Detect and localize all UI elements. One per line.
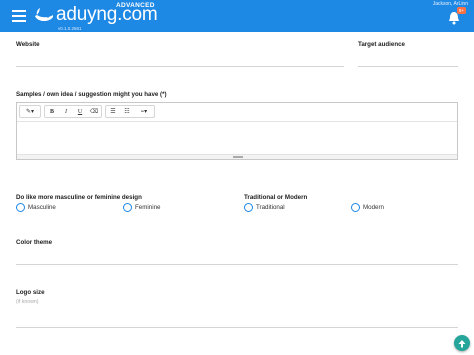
clear-format-button[interactable]: ⌫ bbox=[87, 106, 101, 117]
radio-label-masculine: Masculine bbox=[28, 204, 56, 211]
italic-button[interactable]: I bbox=[59, 106, 73, 117]
radio-circle bbox=[351, 203, 360, 212]
edition-label: ADVANCED bbox=[116, 2, 155, 9]
logo-size-label: Logo size bbox=[16, 289, 45, 296]
design-label: Do like more masculine or feminine desig… bbox=[16, 194, 142, 201]
logo-size-input[interactable] bbox=[16, 318, 458, 328]
radio-label-traditional: Traditional bbox=[256, 204, 285, 211]
ordered-list-icon: ☷ bbox=[124, 109, 130, 115]
logo-size-hint: (if known) bbox=[16, 299, 39, 305]
style-dropdown-button[interactable]: ✎▾ bbox=[20, 106, 40, 117]
radio-circle bbox=[123, 203, 132, 212]
top-app-bar: aduyng.com ADVANCED v0.1.0.2561 Jackson,… bbox=[0, 0, 474, 32]
bold-button[interactable]: B bbox=[45, 106, 59, 117]
notifications-button[interactable]: 9+ bbox=[448, 7, 466, 25]
samples-label: Samples / own idea / suggestion might yo… bbox=[16, 91, 167, 98]
unordered-list-button[interactable]: ☰ bbox=[106, 106, 120, 117]
style-group: ✎▾ bbox=[19, 105, 41, 118]
notification-badge: 9+ bbox=[456, 7, 466, 14]
menu-icon[interactable] bbox=[12, 10, 26, 22]
radio-circle bbox=[16, 203, 25, 212]
radio-masculine[interactable]: Masculine bbox=[16, 203, 56, 212]
editor-toolbar: ✎▾ B I U ⌫ ☰ ☷ ≡▾ bbox=[19, 105, 155, 119]
list-group: ☰ ☷ ≡▾ bbox=[105, 105, 155, 118]
color-theme-input[interactable] bbox=[16, 255, 458, 265]
radio-label-feminine: Feminine bbox=[135, 204, 161, 211]
website-input[interactable] bbox=[16, 57, 344, 67]
scroll-top-button[interactable] bbox=[454, 335, 470, 351]
website-label: Website bbox=[16, 41, 40, 48]
arrow-up-icon bbox=[458, 339, 466, 347]
unordered-list-icon: ☰ bbox=[110, 109, 116, 115]
paragraph-dropdown-button[interactable]: ≡▾ bbox=[134, 106, 154, 117]
radio-modern[interactable]: Modern bbox=[351, 203, 384, 212]
rich-text-editor: ✎▾ B I U ⌫ ☰ ☷ ≡▾ bbox=[16, 102, 458, 160]
magic-wand-icon: ✎▾ bbox=[25, 109, 35, 115]
format-group: B I U ⌫ bbox=[44, 105, 102, 118]
radio-feminine[interactable]: Feminine bbox=[123, 203, 160, 212]
color-theme-label: Color theme bbox=[16, 239, 53, 246]
ordered-list-button[interactable]: ☷ bbox=[120, 106, 134, 117]
version-label: v0.1.0.2561 bbox=[58, 26, 82, 31]
style-label: Traditional or Modern bbox=[244, 194, 308, 201]
editor-resize-handle[interactable] bbox=[17, 154, 457, 159]
radio-label-modern: Modern bbox=[363, 204, 384, 211]
radio-traditional[interactable]: Traditional bbox=[244, 203, 285, 212]
underline-button[interactable]: U bbox=[73, 106, 87, 117]
align-icon: ≡▾ bbox=[140, 109, 148, 115]
target-audience-label: Target audience bbox=[358, 41, 405, 48]
radio-circle bbox=[244, 203, 253, 212]
target-audience-input[interactable] bbox=[358, 57, 458, 67]
editor-text-area[interactable] bbox=[17, 121, 457, 154]
eraser-icon: ⌫ bbox=[89, 109, 99, 115]
whale-logo-icon bbox=[35, 8, 53, 22]
